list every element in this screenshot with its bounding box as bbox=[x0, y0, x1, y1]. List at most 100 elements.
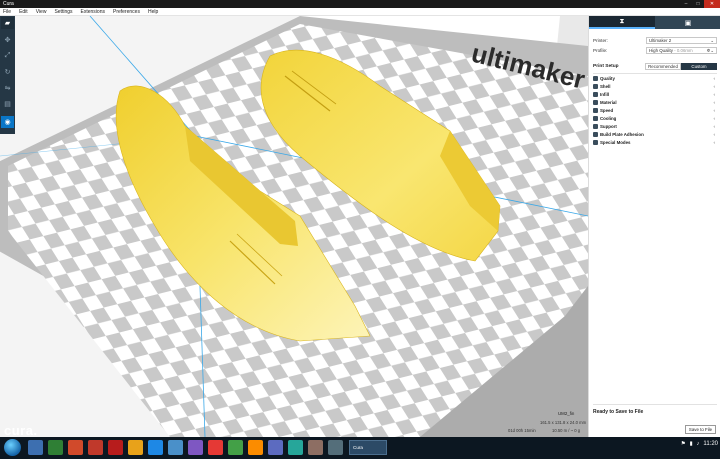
scale-icon: ⤢ bbox=[4, 52, 11, 59]
title-bar: Cura – □ ✕ bbox=[0, 0, 720, 8]
printer-label: Printer: bbox=[593, 38, 608, 43]
menu-settings[interactable]: Settings bbox=[51, 9, 77, 15]
chevron-left-icon: ‹ bbox=[713, 83, 715, 89]
chevron-left-icon: ‹ bbox=[713, 139, 715, 145]
chevron-left-icon: ‹ bbox=[713, 131, 715, 137]
category-material[interactable]: Material ‹ bbox=[593, 98, 717, 106]
job-name[interactable]: UM2_fin bbox=[558, 411, 574, 416]
material-icon bbox=[593, 99, 598, 105]
profile-select[interactable]: High Quality - 0.06mm ✲⌄ bbox=[646, 47, 717, 54]
category-cooling[interactable]: Cooling ‹ bbox=[593, 114, 717, 122]
close-button[interactable]: ✕ bbox=[704, 0, 720, 8]
app-taskbar-icon[interactable] bbox=[208, 440, 223, 455]
app-taskbar-icon[interactable] bbox=[248, 440, 263, 455]
app-taskbar-icon[interactable] bbox=[188, 440, 203, 455]
print-setup-label: Print Setup bbox=[593, 64, 619, 69]
menu-edit[interactable]: Edit bbox=[16, 9, 33, 15]
mirror-icon: ⇋ bbox=[4, 85, 11, 92]
chevron-left-icon: ‹ bbox=[713, 123, 715, 129]
3d-viewport[interactable]: ultimaker cura. UM2_fin 161.5 x 131.8 x … bbox=[0, 16, 588, 437]
move-tool[interactable]: ✥ bbox=[1, 34, 14, 46]
clock[interactable]: 11:20 bbox=[703, 441, 718, 447]
minimize-button[interactable]: – bbox=[680, 0, 692, 8]
category-support[interactable]: Support ‹ bbox=[593, 122, 717, 130]
app-taskbar-icon[interactable] bbox=[128, 440, 143, 455]
app-taskbar-icon[interactable] bbox=[108, 440, 123, 455]
special-modes-icon bbox=[593, 139, 598, 145]
scale-tool[interactable]: ⤢ bbox=[1, 50, 14, 62]
menu-file[interactable]: File bbox=[0, 9, 16, 15]
folder-icon: ▰ bbox=[4, 20, 11, 27]
flag-icon[interactable]: ⚑ bbox=[681, 441, 686, 447]
cura-logo: cura. bbox=[4, 423, 38, 437]
windows-taskbar: Cura ⚑ ▮ ♪ 11:20 bbox=[0, 437, 720, 459]
shell-icon bbox=[593, 83, 598, 89]
app-taskbar-icon[interactable] bbox=[168, 440, 183, 455]
printer-select[interactable]: Ultimaker 2 ⌄ bbox=[646, 37, 717, 44]
network-icon[interactable]: ▮ bbox=[690, 441, 693, 447]
chevron-left-icon: ‹ bbox=[713, 107, 715, 113]
app-taskbar-icon[interactable] bbox=[68, 440, 83, 455]
support-icon bbox=[593, 123, 598, 129]
chevron-left-icon: ‹ bbox=[713, 99, 715, 105]
infill-icon bbox=[593, 91, 598, 97]
tab-monitor[interactable]: ▣ bbox=[655, 16, 720, 29]
profile-value: High Quality bbox=[649, 48, 673, 53]
category-label: Cooling bbox=[600, 115, 617, 121]
eye-icon: ◉ bbox=[4, 119, 11, 126]
explorer-taskbar-icon[interactable] bbox=[28, 440, 43, 455]
category-build-plate-adhesion[interactable]: Build Plate Adhesion ‹ bbox=[593, 130, 717, 138]
view-mode-button[interactable]: ◉ bbox=[1, 116, 14, 128]
category-label: Quality bbox=[600, 75, 615, 81]
app-taskbar-icon[interactable] bbox=[48, 440, 63, 455]
settings-icon: ▤ bbox=[4, 101, 11, 108]
category-special-modes[interactable]: Special Modes ‹ bbox=[593, 138, 717, 146]
per-model-settings-tool[interactable]: ▤ bbox=[1, 98, 14, 110]
tab-prepare[interactable]: ⧗ bbox=[589, 16, 655, 29]
mode-custom-button[interactable]: Custom bbox=[681, 63, 717, 70]
app-taskbar-icon[interactable] bbox=[288, 440, 303, 455]
gear-icon: ✲⌄ bbox=[706, 48, 714, 53]
category-shell[interactable]: Shell ‹ bbox=[593, 82, 717, 90]
category-label: Special Modes bbox=[600, 139, 631, 145]
quality-icon bbox=[593, 75, 598, 81]
category-infill[interactable]: Infill ‹ bbox=[593, 90, 717, 98]
window-title: Cura bbox=[3, 1, 14, 7]
category-label: Speed bbox=[600, 107, 614, 113]
chevron-down-icon: ⌄ bbox=[710, 38, 714, 43]
category-speed[interactable]: Speed ‹ bbox=[593, 106, 717, 114]
app-taskbar-icon[interactable] bbox=[88, 440, 103, 455]
monitor-icon: ▣ bbox=[684, 19, 692, 27]
menu-extensions[interactable]: Extensions bbox=[78, 9, 110, 15]
menu-preferences[interactable]: Preferences bbox=[110, 9, 145, 15]
rotate-tool[interactable]: ↻ bbox=[1, 66, 14, 78]
app-taskbar-icon[interactable] bbox=[328, 440, 343, 455]
mirror-tool[interactable]: ⇋ bbox=[1, 82, 14, 94]
category-quality[interactable]: Quality ‹ bbox=[593, 74, 717, 82]
maximize-button[interactable]: □ bbox=[692, 0, 704, 8]
app-taskbar-icon[interactable] bbox=[228, 440, 243, 455]
material-usage: 10.50 m / ~ 0 g bbox=[552, 428, 581, 433]
print-time: 01d 00h 15min bbox=[508, 428, 536, 433]
mode-recommended-button[interactable]: Recommended bbox=[645, 63, 681, 70]
system-tray: ⚑ ▮ ♪ 11:20 bbox=[677, 441, 718, 447]
category-label: Infill bbox=[600, 91, 610, 97]
save-to-file-button[interactable]: Save to File bbox=[685, 425, 716, 434]
category-label: Shell bbox=[600, 83, 611, 89]
menu-view[interactable]: View bbox=[33, 9, 52, 15]
volume-icon[interactable]: ♪ bbox=[697, 441, 700, 447]
menu-bar: File Edit View Settings Extensions Prefe… bbox=[0, 8, 720, 16]
move-icon: ✥ bbox=[4, 37, 11, 44]
app-taskbar-icon[interactable] bbox=[268, 440, 283, 455]
panel-tabs: ⧗ ▣ bbox=[589, 16, 720, 29]
app-taskbar-icon[interactable] bbox=[148, 440, 163, 455]
hourglass-icon: ⧗ bbox=[619, 17, 625, 25]
chevron-left-icon: ‹ bbox=[713, 115, 715, 121]
start-button[interactable] bbox=[4, 439, 21, 456]
printer-value: Ultimaker 2 bbox=[649, 38, 672, 43]
app-taskbar-icon[interactable] bbox=[308, 440, 323, 455]
open-file-button[interactable]: ▰ bbox=[1, 17, 14, 29]
menu-help[interactable]: Help bbox=[145, 9, 163, 15]
taskbar-active-window[interactable]: Cura bbox=[349, 440, 387, 455]
profile-label: Profile: bbox=[593, 48, 608, 53]
